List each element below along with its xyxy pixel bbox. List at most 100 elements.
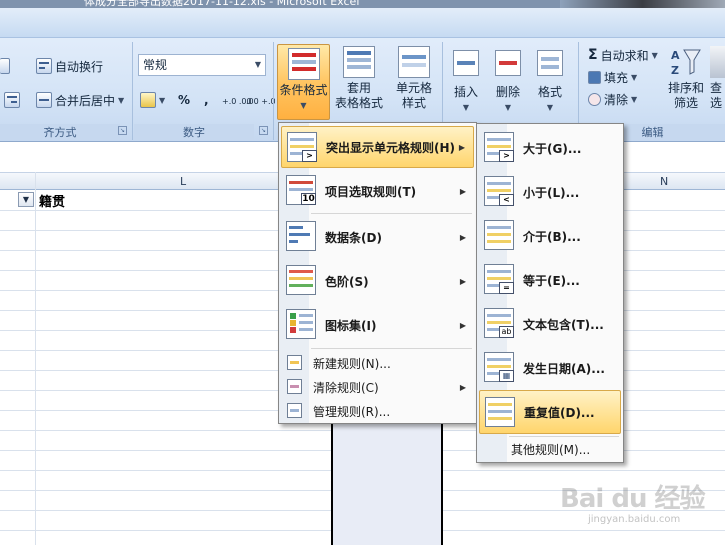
autosum-label: 自动求和 (600, 48, 649, 63)
menu-separator (311, 213, 472, 214)
menu-item-data-bars[interactable]: 数据条(D) ▶ (281, 216, 474, 258)
highlight-cells-icon: > (287, 132, 317, 162)
menu-item-equal-to[interactable]: = 等于(E)... (479, 258, 621, 302)
selected-range[interactable] (331, 420, 443, 545)
sort-filter-button[interactable]: AZ 排序和 筛选 (664, 46, 708, 120)
conditional-format-label: 条件格式 (279, 83, 328, 97)
sort-filter-label-1: 排序和 (667, 81, 704, 95)
sort-filter-icon: AZ (670, 46, 702, 78)
dropdown-icon (0, 58, 10, 74)
submenu-arrow-icon: ▶ (459, 382, 466, 392)
format-cells-button[interactable]: 格式 ▼ (531, 46, 569, 120)
find-select-button[interactable]: 查 选 (710, 46, 725, 120)
alignment-dialog-launcher[interactable]: ↘ (118, 126, 127, 135)
new-rule-icon (287, 355, 302, 370)
clear-label: 清除 (604, 92, 629, 107)
conditional-format-menu: > 突出显示单元格规则(H) ▶ 10 项目选取规则(T) ▶ 数据条(D) ▶… (278, 122, 477, 424)
cell-styles-button[interactable]: 单元格 样式 (389, 46, 439, 120)
menu-item-color-scales[interactable]: 色阶(S) ▶ (281, 260, 474, 302)
cell-header-jiguan[interactable]: 籍贯 (39, 191, 65, 210)
menu-item-label: 清除规则(C) (313, 380, 379, 395)
merge-center-icon (36, 92, 52, 108)
clear-button[interactable]: 清除 ▼ (588, 88, 637, 110)
number-dialog-launcher[interactable]: ↘ (259, 126, 268, 135)
sigma-icon: Σ (588, 47, 598, 63)
menu-item-label: 数据条(D) (325, 230, 382, 245)
menu-item-highlight-rules[interactable]: > 突出显示单元格规则(H) ▶ (281, 126, 474, 168)
sort-filter-label-2: 筛选 (673, 96, 698, 110)
fill-button[interactable]: 填充 ▼ (588, 66, 637, 88)
column-header-n[interactable]: N (660, 175, 668, 188)
duplicate-values-icon (485, 397, 515, 427)
menu-item-label: 介于(B)... (523, 229, 581, 244)
manage-rules-icon (287, 403, 302, 418)
color-scales-icon (286, 265, 316, 295)
menu-item-duplicate-values[interactable]: 重复值(D)... (479, 390, 621, 434)
submenu-arrow-icon: ▶ (459, 232, 466, 242)
menu-item-label: 色阶(S) (325, 274, 369, 289)
format-as-table-button[interactable]: 套用 表格格式 (333, 46, 385, 120)
svg-text:A: A (671, 49, 680, 62)
menu-item-new-rule[interactable]: 新建规则(N)... (281, 351, 474, 375)
clear-rules-icon (287, 379, 302, 394)
comma-button[interactable]: , (204, 89, 209, 111)
baidu-watermark-logo: Bai du 经验 (560, 484, 705, 514)
align-right-button[interactable] (4, 89, 20, 111)
menu-item-label: 等于(E)... (523, 273, 580, 288)
merge-center-button[interactable]: 合并后居中 ▼ (36, 89, 124, 111)
wrap-text-button[interactable]: 自动换行 (36, 55, 103, 77)
menu-item-text-contains[interactable]: ab 文本包含(T)... (479, 302, 621, 346)
menu-item-between[interactable]: 介于(B)... (479, 214, 621, 258)
menu-item-less-than[interactable]: < 小于(L)... (479, 170, 621, 214)
find-select-label-2: 选 (710, 96, 723, 110)
menu-item-icon-sets[interactable]: 图标集(I) ▶ (281, 304, 474, 346)
column-gridline (35, 172, 36, 545)
calendar-icon: ▦ (484, 352, 514, 382)
number-group-label: 数字 (134, 124, 254, 140)
baidu-watermark-url: jingyan.baidu.com (588, 514, 681, 525)
text-contains-icon: ab (484, 308, 514, 338)
indent-dropdown[interactable] (0, 55, 10, 77)
autosum-button[interactable]: Σ 自动求和 ▼ (588, 44, 658, 66)
column-header-l[interactable]: L (180, 175, 186, 188)
chevron-down-icon: ▼ (300, 101, 307, 110)
alignment-group-label: 齐方式 (0, 124, 120, 140)
menu-item-manage-rules[interactable]: 管理规则(R)... (281, 399, 474, 423)
menu-item-label: 大于(G)... (523, 141, 582, 156)
menu-item-label: 图标集(I) (325, 318, 377, 333)
binoculars-icon (710, 46, 725, 78)
menu-item-label: 其他规则(M)... (511, 442, 591, 457)
greater-than-icon: > (484, 132, 514, 162)
decrease-decimal-button[interactable]: .00 +.0 (246, 90, 276, 112)
submenu-arrow-icon: ▶ (458, 142, 465, 152)
menu-item-clear-rules[interactable]: 清除规则(C) ▶ (281, 375, 474, 399)
percent-button[interactable]: % (178, 89, 190, 111)
equal-to-icon: = (484, 264, 514, 294)
cell-styles-label-2: 样式 (401, 96, 426, 110)
title-bar-background (560, 0, 725, 8)
chevron-down-icon: ▼ (651, 50, 658, 60)
insert-label: 插入 (453, 85, 478, 99)
menu-item-more-rules[interactable]: 其他规则(M)... (479, 438, 621, 460)
filter-dropdown-button[interactable]: ▼ (18, 192, 34, 207)
menu-item-label: 文本包含(T)... (523, 317, 604, 332)
increase-decimal-button[interactable]: +.0 .00 (222, 90, 252, 112)
format-label: 格式 (537, 85, 562, 99)
menu-item-greater-than[interactable]: > 大于(G)... (479, 126, 621, 170)
eraser-icon (588, 92, 601, 106)
number-format-select[interactable]: 常规 ▼ (138, 54, 266, 76)
highlight-rules-submenu: > 大于(G)... < 小于(L)... 介于(B)... = 等于(E)..… (476, 123, 624, 463)
find-select-label-1: 查 (710, 81, 723, 95)
conditional-format-button[interactable]: 条件格式 ▼ (277, 44, 330, 120)
chevron-down-icon: ▼ (546, 103, 554, 112)
window-title: 体成分全部导出数据2017-11-12.xls - Microsoft Exce… (84, 0, 360, 8)
number-format-value: 常规 (143, 58, 168, 72)
delete-cells-button[interactable]: 删除 ▼ (489, 46, 527, 120)
chevron-down-icon: ▼ (504, 103, 512, 112)
accounting-format-button[interactable]: ▼ (140, 89, 165, 111)
insert-cells-button[interactable]: 插入 ▼ (447, 46, 485, 120)
menu-item-date-occurring[interactable]: ▦ 发生日期(A)... (479, 346, 621, 390)
menu-item-top-bottom-rules[interactable]: 10 项目选取规则(T) ▶ (281, 170, 474, 212)
delete-label: 删除 (495, 85, 520, 99)
menu-separator (509, 436, 619, 437)
